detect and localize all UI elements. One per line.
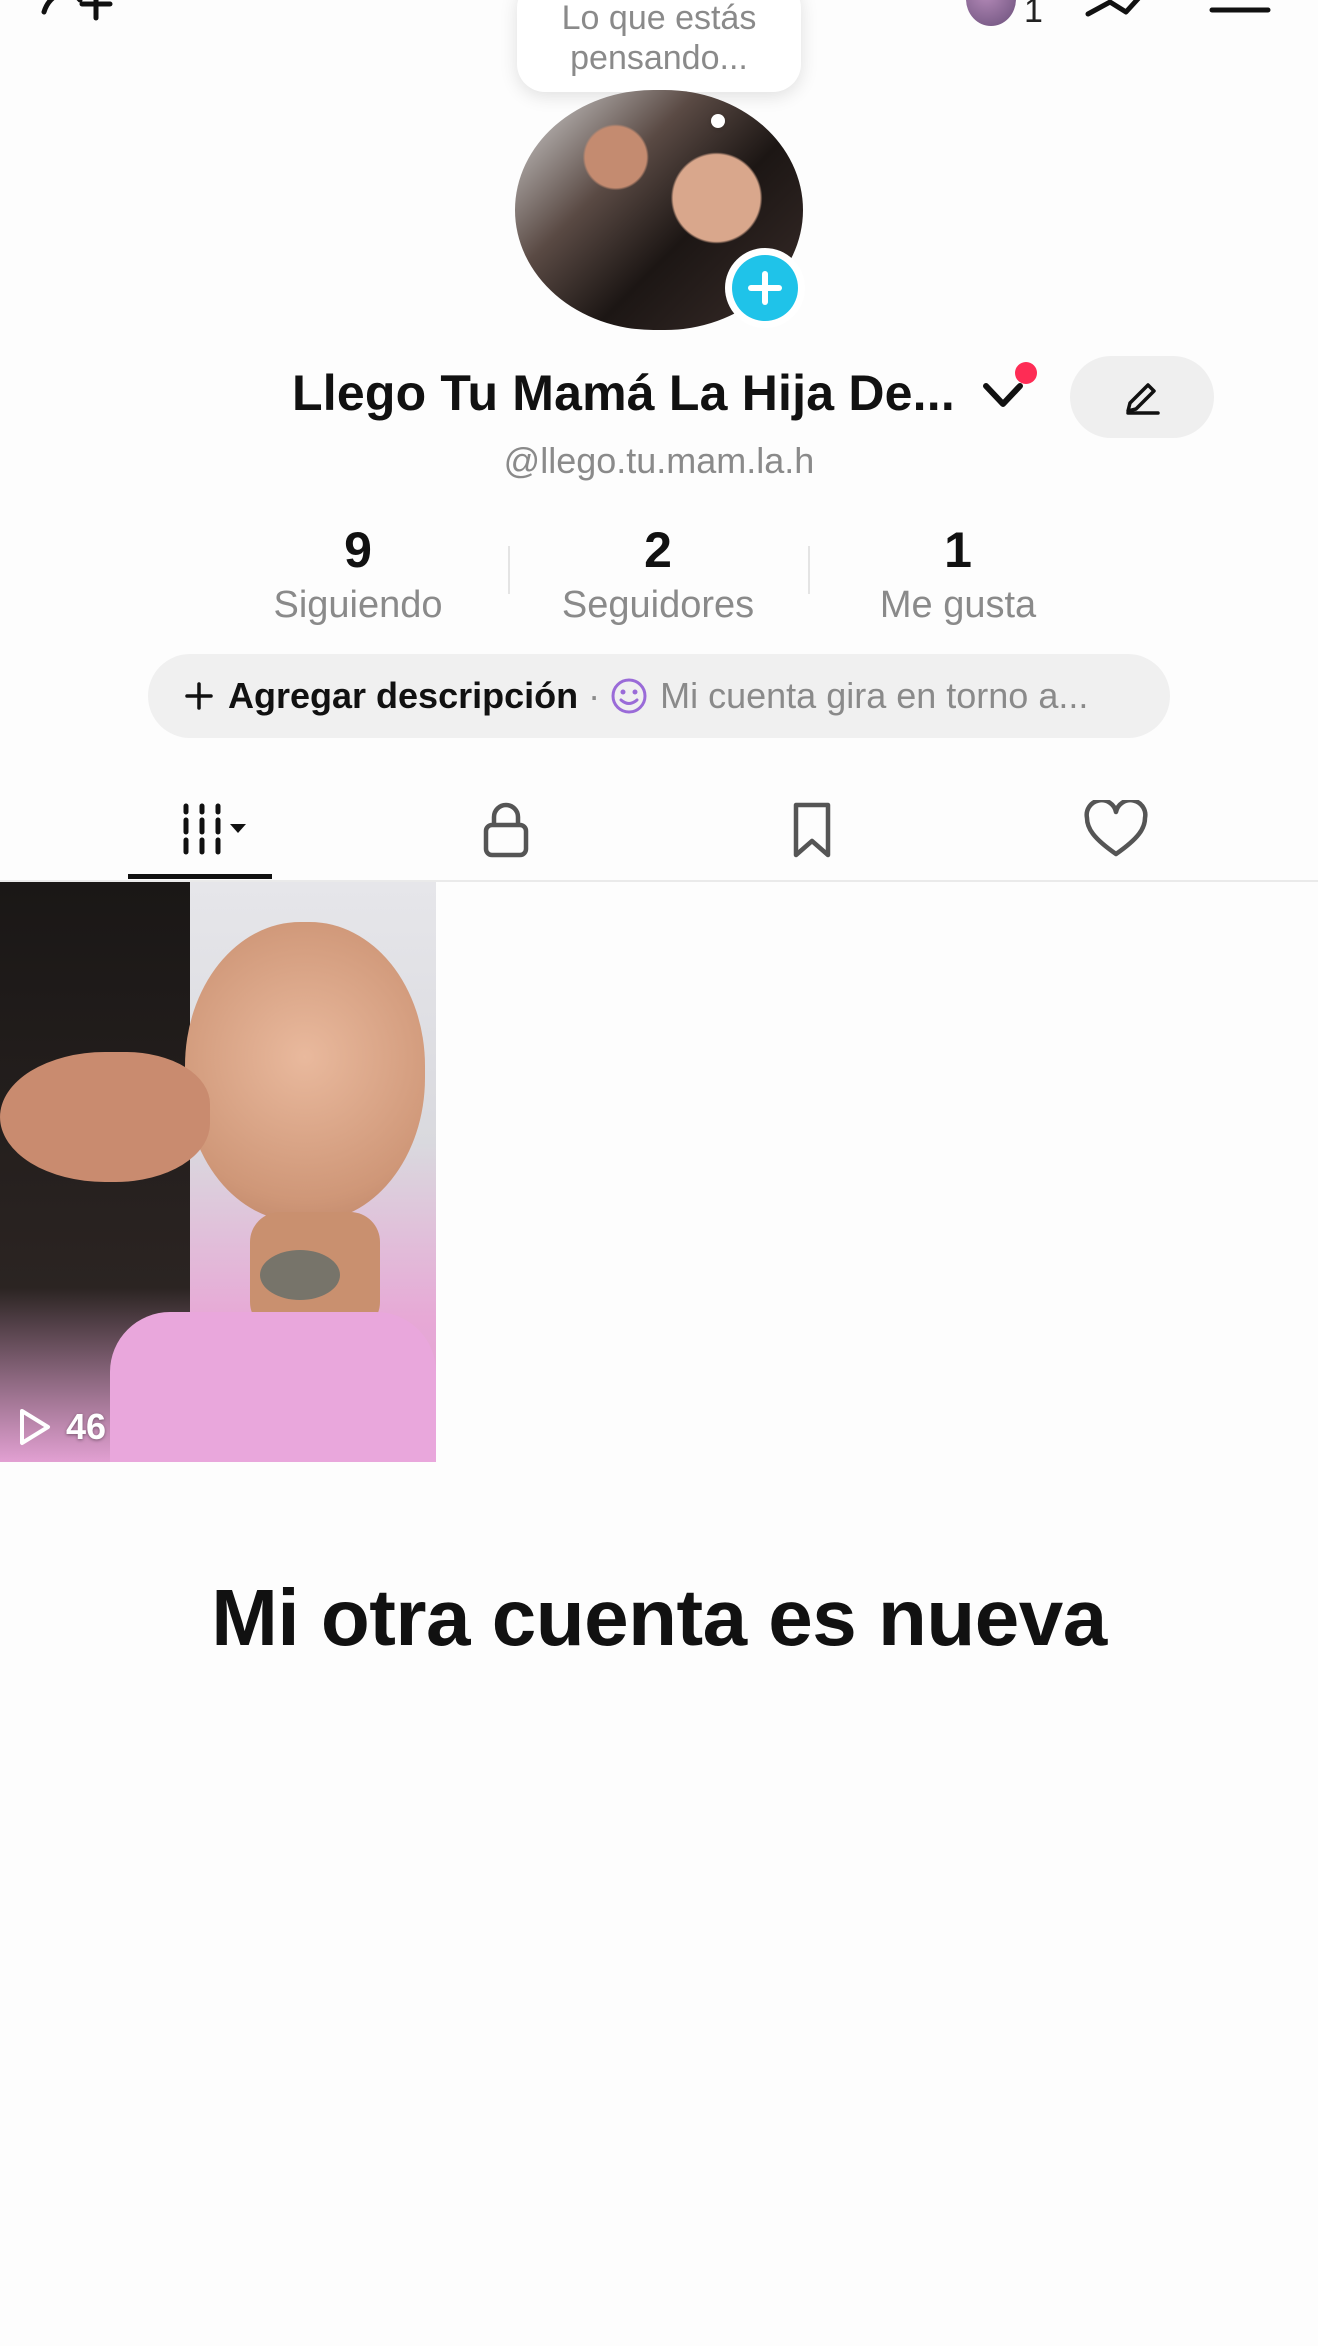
add-story-button[interactable] bbox=[725, 248, 805, 328]
video-view-count: 46 bbox=[16, 1406, 106, 1448]
lock-icon bbox=[483, 802, 529, 858]
add-friend-button[interactable] bbox=[40, 0, 120, 22]
description-hint: Mi cuenta gira en torno a... bbox=[660, 675, 1089, 716]
tab-liked[interactable] bbox=[1054, 782, 1178, 878]
video-view-count-value: 46 bbox=[66, 1406, 107, 1447]
tab-saved[interactable] bbox=[750, 782, 874, 878]
bubble-pointer-dot bbox=[711, 114, 725, 128]
stat-followers-value: 2 bbox=[644, 522, 672, 578]
tab-videos[interactable] bbox=[128, 782, 272, 878]
menu-button[interactable] bbox=[1208, 0, 1272, 18]
plus-icon bbox=[185, 682, 213, 710]
overlay-caption: Mi otra cuenta es nueva bbox=[211, 1573, 1107, 1662]
person-add-icon bbox=[41, 0, 113, 21]
stat-followers[interactable]: 2 Seguidores bbox=[528, 522, 788, 628]
chevron-down-icon bbox=[983, 383, 1023, 407]
edit-profile-button[interactable] bbox=[1070, 356, 1214, 438]
pencil-icon bbox=[1126, 383, 1160, 415]
active-tab-indicator bbox=[128, 874, 272, 879]
stat-divider bbox=[508, 546, 510, 594]
add-description-button[interactable]: Agregar descripción · Mi cuenta gira en … bbox=[148, 654, 1170, 738]
plus-icon bbox=[748, 271, 782, 305]
thought-bubble-line2: pensando... bbox=[570, 39, 748, 77]
username: @llego.tu.mam.la.h bbox=[503, 440, 815, 481]
share-profile-button[interactable] bbox=[1082, 0, 1152, 24]
share-icon bbox=[1085, 0, 1141, 17]
stat-likes-value: 1 bbox=[944, 522, 972, 578]
stat-likes-label: Me gusta bbox=[879, 584, 1037, 626]
stat-following[interactable]: 9 Siguiendo bbox=[228, 522, 488, 628]
alert-dot bbox=[1015, 362, 1037, 384]
bookmark-icon bbox=[793, 802, 831, 858]
play-icon bbox=[20, 1409, 50, 1445]
stat-likes[interactable]: 1 Me gusta bbox=[828, 522, 1088, 628]
stat-following-label: Siguiendo bbox=[273, 584, 443, 626]
grid-icon bbox=[183, 803, 246, 855]
heart-icon bbox=[1084, 800, 1148, 857]
stat-followers-label: Seguidores bbox=[561, 584, 755, 626]
smiley-icon bbox=[611, 678, 647, 714]
add-description-label: Agregar descripción bbox=[228, 675, 579, 716]
video-thumbnail[interactable] bbox=[0, 882, 436, 1462]
hamburger-icon bbox=[1209, 7, 1271, 13]
thought-bubble-line1: Lo que estás bbox=[561, 0, 757, 37]
display-name: Llego Tu Mamá La Hija De... bbox=[292, 365, 955, 421]
friend-avatar-mini[interactable] bbox=[966, 0, 1016, 26]
account-switcher-button[interactable] bbox=[980, 378, 1026, 417]
description-separator: · bbox=[588, 675, 601, 716]
stat-following-value: 9 bbox=[344, 522, 372, 578]
notification-count: 1 bbox=[1024, 0, 1043, 30]
thought-bubble[interactable]: Lo que estás pensando... bbox=[517, 0, 801, 92]
stat-divider bbox=[808, 546, 810, 594]
tab-private[interactable] bbox=[444, 782, 568, 878]
